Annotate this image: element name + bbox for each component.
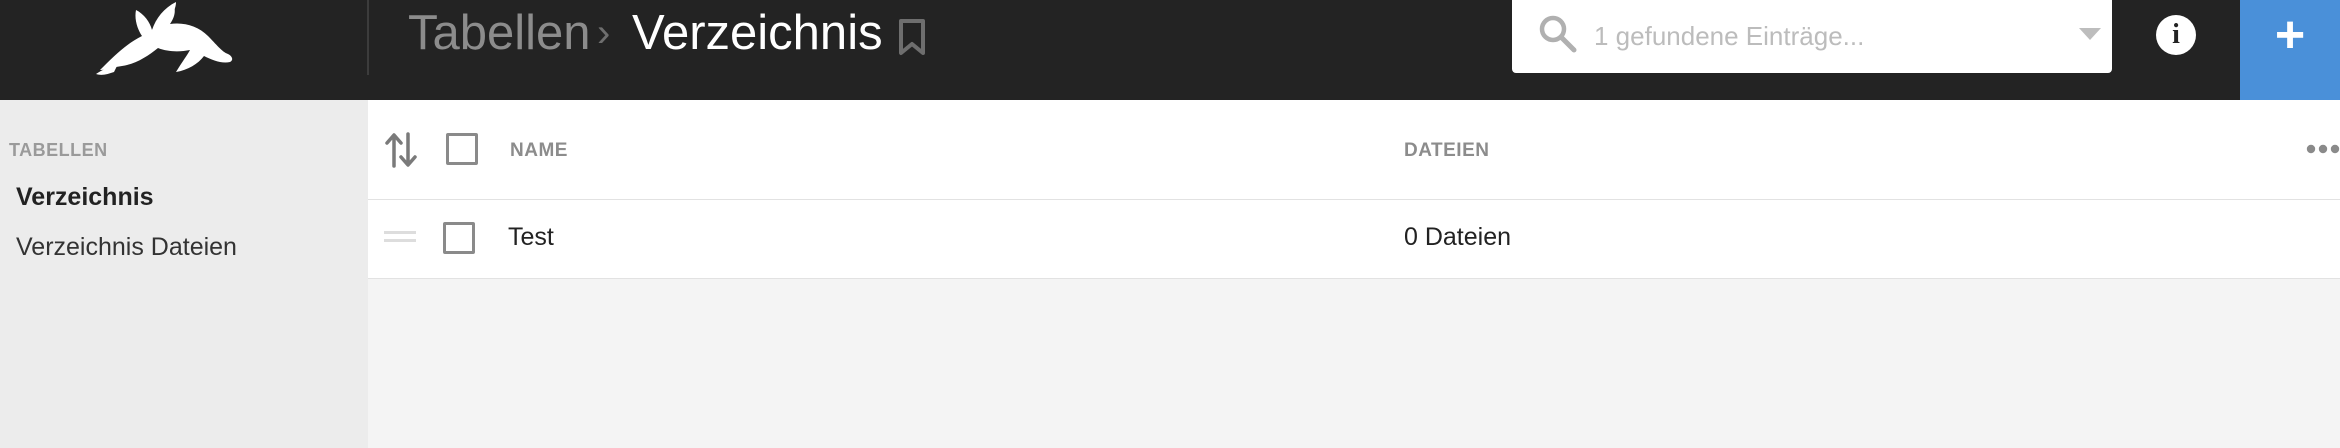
- sort-icon[interactable]: [384, 130, 418, 170]
- cell-name[interactable]: Test: [508, 223, 554, 252]
- sidebar: TABELLEN Verzeichnis Verzeichnis Dateien: [0, 100, 368, 448]
- search-input[interactable]: [1592, 8, 2036, 64]
- search-box[interactable]: [1512, 0, 2112, 73]
- column-header-dateien[interactable]: DATEIEN: [1404, 140, 1489, 162]
- table-row[interactable]: Test 0 Dateien: [368, 200, 2340, 279]
- sidebar-item-verzeichnis-dateien[interactable]: Verzeichnis Dateien: [16, 233, 237, 262]
- row-checkbox[interactable]: [443, 222, 475, 254]
- header-divider: [367, 0, 369, 75]
- top-bar: Tabellen › Verzeichnis i +: [0, 0, 2340, 100]
- plus-icon: +: [2274, 6, 2306, 64]
- cell-dateien[interactable]: 0 Dateien: [1404, 223, 1511, 252]
- sidebar-heading: TABELLEN: [9, 140, 108, 160]
- table-header: NAME DATEIEN: [368, 100, 2340, 200]
- sidebar-item-verzeichnis[interactable]: Verzeichnis: [16, 183, 154, 212]
- drag-handle-icon[interactable]: [384, 231, 416, 245]
- select-all-checkbox[interactable]: [446, 133, 478, 165]
- bookmark-icon[interactable]: [895, 17, 929, 57]
- more-icon[interactable]: [2306, 142, 2340, 156]
- main-content: NAME DATEIEN Test 0 Dateien: [368, 100, 2340, 448]
- breadcrumb-separator: ›: [597, 11, 611, 55]
- info-button[interactable]: i: [2156, 15, 2196, 55]
- chevron-down-icon[interactable]: [2079, 28, 2101, 40]
- breadcrumb-tabellen[interactable]: Tabellen: [408, 0, 591, 66]
- logo-rabbit-icon[interactable]: [92, 0, 242, 78]
- search-icon: [1536, 12, 1580, 56]
- column-header-name[interactable]: NAME: [510, 140, 568, 162]
- add-button[interactable]: +: [2240, 0, 2340, 100]
- page-title: Verzeichnis: [632, 6, 883, 60]
- info-icon: i: [2172, 19, 2180, 50]
